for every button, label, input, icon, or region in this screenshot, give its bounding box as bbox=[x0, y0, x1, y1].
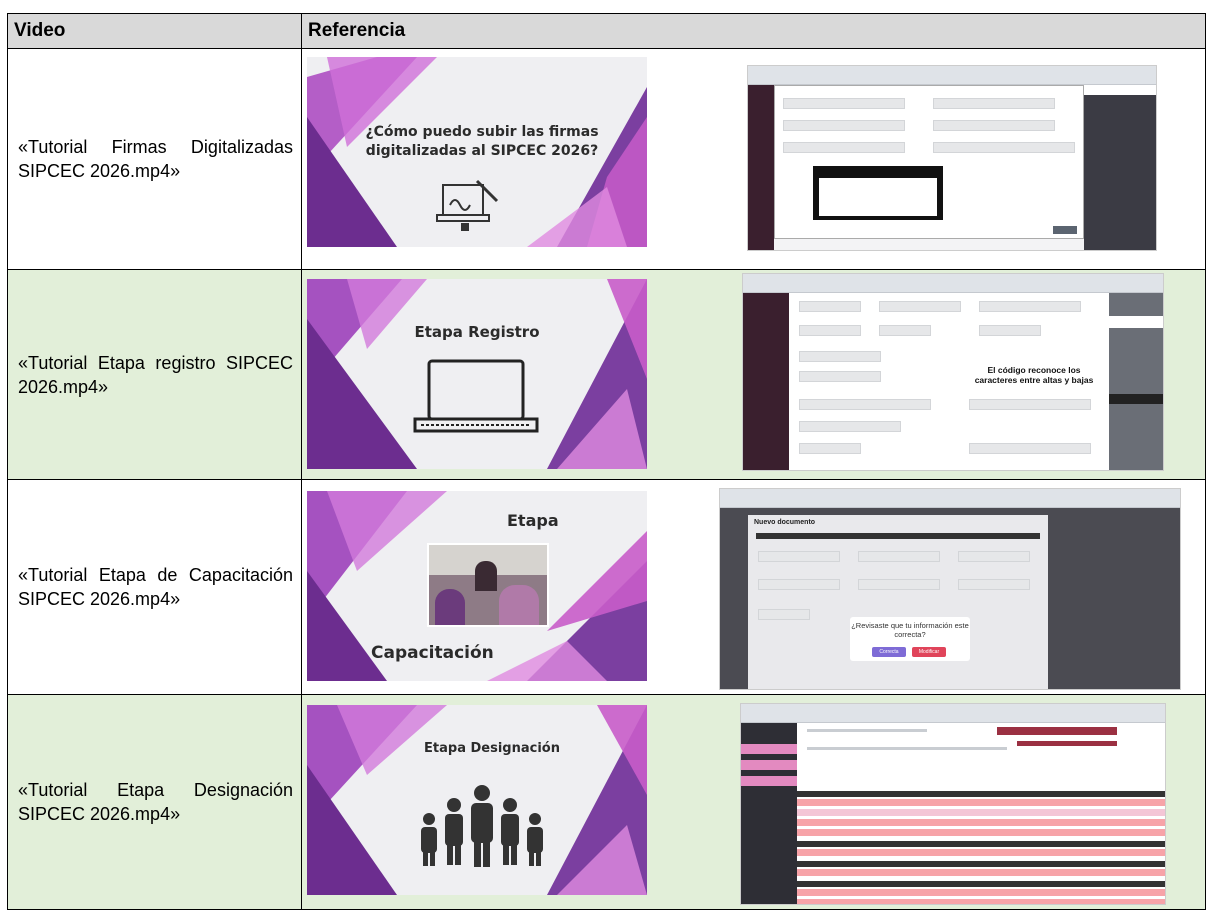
laptop-signature-icon bbox=[436, 179, 499, 231]
reference-cell: ¿Cómo puedo subir las firmas digitalizad… bbox=[301, 48, 1206, 270]
laptop-icon bbox=[413, 359, 539, 433]
reference-cell: Etapa Registro El código reconoce los ca… bbox=[301, 269, 1206, 480]
reference-cell: Etapa Designación bbox=[301, 694, 1206, 910]
table-row: «Tutorial Etapa registro SIPCEC 2026.mp4… bbox=[7, 269, 1206, 480]
cropped-previous-text bbox=[0, 0, 1212, 14]
browser-bar bbox=[748, 66, 1156, 85]
table-row: «Tutorial Etapa de Capacitación SIPCEC 2… bbox=[7, 479, 1206, 695]
video-filename: «Tutorial Etapa Designación SIPCEC 2026.… bbox=[7, 694, 302, 910]
modal-title: Nuevo documento bbox=[754, 519, 816, 526]
reference-cell: Etapa Capacitación Nuevo documento ¿Revi… bbox=[301, 479, 1206, 695]
browser-bar bbox=[741, 704, 1165, 723]
screenshot-registro: El código reconoce los caracteres entre … bbox=[742, 273, 1164, 471]
video-filename: «Tutorial Etapa de Capacitación SIPCEC 2… bbox=[7, 479, 302, 695]
table-row: «Tutorial Etapa Designación SIPCEC 2026.… bbox=[7, 694, 1206, 910]
screenshot-designacion bbox=[740, 703, 1166, 905]
header-referencia: Referencia bbox=[301, 13, 1206, 49]
video-thumbnail: Etapa Registro bbox=[307, 279, 647, 469]
screenshot-capacitacion: Nuevo documento ¿Revisaste que tu inform… bbox=[719, 488, 1181, 690]
thumbnail-title: ¿Cómo puedo subir las firmas digitalizad… bbox=[365, 124, 599, 159]
screenshot-firmas bbox=[747, 65, 1157, 251]
video-thumbnail: Etapa Designación bbox=[307, 705, 647, 895]
thumbnail-title: Etapa Registro bbox=[414, 323, 540, 341]
thumbnail-title-bottom: Capacitación bbox=[371, 643, 494, 663]
video-filename: «Tutorial Etapa registro SIPCEC 2026.mp4… bbox=[7, 269, 302, 480]
confirm-text: ¿Revisaste que tu información este corre… bbox=[851, 621, 969, 639]
thumbnail-title: Etapa Designación bbox=[424, 741, 560, 756]
video-thumbnail: ¿Cómo puedo subir las firmas digitalizad… bbox=[307, 57, 647, 247]
screenshot-note: El código reconoce los caracteres entre … bbox=[974, 365, 1094, 385]
thumbnail-title-top: Etapa bbox=[507, 511, 559, 530]
table-header: Video Referencia bbox=[7, 13, 1206, 49]
modificar-button[interactable]: Modificar bbox=[912, 647, 946, 657]
classroom-photo bbox=[427, 543, 549, 627]
header-video: Video bbox=[7, 13, 302, 49]
browser-bar bbox=[720, 489, 1180, 508]
video-filename: «Tutorial Firmas Digitalizadas SIPCEC 20… bbox=[7, 48, 302, 270]
people-group-icon bbox=[421, 785, 543, 867]
correcta-button[interactable]: Correcta bbox=[872, 647, 906, 657]
tutorial-table: Video Referencia «Tutorial Firmas Digita… bbox=[7, 13, 1206, 910]
table-row: «Tutorial Firmas Digitalizadas SIPCEC 20… bbox=[7, 48, 1206, 270]
confirm-dialog: ¿Revisaste que tu información este corre… bbox=[850, 617, 970, 661]
video-thumbnail: Etapa Capacitación bbox=[307, 491, 647, 681]
browser-bar bbox=[743, 274, 1163, 293]
